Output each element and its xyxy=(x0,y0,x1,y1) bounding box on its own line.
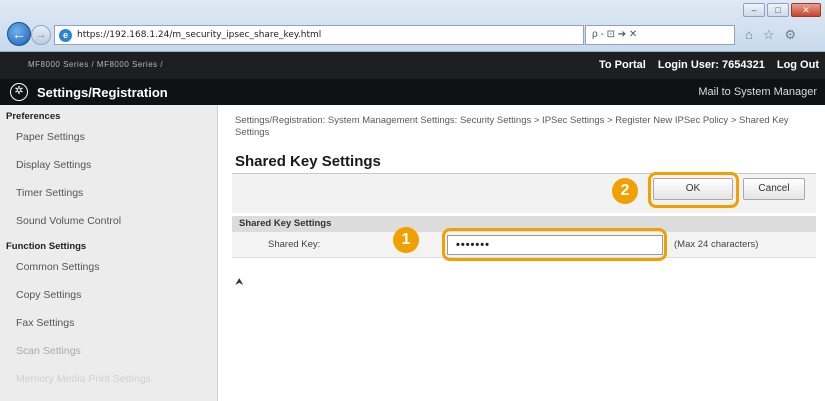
login-user-label: Login User: 7654321 xyxy=(657,59,765,71)
page-header: ✲ Settings/Registration Mail to System M… xyxy=(0,79,825,105)
sidebar-item-paper-settings[interactable]: Paper Settings xyxy=(0,123,217,151)
shared-key-row: Shared Key: ••••••• (Max 24 characters) xyxy=(232,228,816,261)
settings-gear-icon: ✲ xyxy=(10,83,28,101)
sidebar-section-preferences: Preferences xyxy=(6,111,61,122)
browser-chrome: – □ ✕ ← → e https://192.168.1.24/m_secur… xyxy=(0,0,825,52)
logout-link[interactable]: Log Out xyxy=(777,59,819,71)
browser-icons: ⌂ ☆ ⚙ xyxy=(745,25,796,45)
back-arrow-icon[interactable]: ← xyxy=(7,22,31,46)
sidebar-item-fax-settings[interactable]: Fax Settings xyxy=(0,309,217,337)
input-highlight-frame xyxy=(442,228,667,261)
header-title: Settings/Registration xyxy=(37,85,168,100)
maximize-button[interactable]: □ xyxy=(767,3,789,17)
minimize-button[interactable]: – xyxy=(743,3,765,17)
device-name: MF8000 Series / MF8000 Series / xyxy=(28,60,164,69)
sidebar-item-timer-settings[interactable]: Timer Settings xyxy=(0,179,217,207)
home-icon[interactable]: ⌂ xyxy=(745,25,753,45)
shared-key-hint: (Max 24 characters) xyxy=(674,239,759,250)
sidebar-item-memory-media[interactable]: Memory Media Print Settings xyxy=(0,365,217,393)
close-button[interactable]: ✕ xyxy=(791,3,821,17)
address-bar[interactable]: e https://192.168.1.24/m_security_ipsec_… xyxy=(54,25,584,45)
sidebar-item-display-settings[interactable]: Display Settings xyxy=(0,151,217,179)
top-links: To Portal Login User: 7654321 Log Out xyxy=(599,59,819,71)
sidebar-item-copy-settings[interactable]: Copy Settings xyxy=(0,281,217,309)
favorites-star-icon[interactable]: ☆ xyxy=(763,25,775,45)
sidebar-item-common-settings[interactable]: Common Settings xyxy=(0,253,217,281)
sidebar-item-scan-settings[interactable]: Scan Settings xyxy=(0,337,217,365)
address-tools[interactable]: ρ - ⊡ ➔ ✕ xyxy=(585,25,735,45)
window-controls: – □ ✕ xyxy=(743,3,821,17)
main-content: Settings/Registration: System Management… xyxy=(218,105,825,401)
callout-step-1: 1 xyxy=(393,227,419,253)
to-portal-link[interactable]: To Portal xyxy=(599,59,646,71)
breadcrumb: Settings/Registration: System Management… xyxy=(235,115,789,138)
forward-arrow-icon[interactable]: → xyxy=(31,25,51,45)
gear-icon[interactable]: ⚙ xyxy=(785,25,797,45)
cancel-button[interactable]: Cancel xyxy=(743,178,805,200)
back-to-top-icon[interactable]: ⮝ xyxy=(235,277,244,288)
mail-system-manager-link[interactable]: Mail to System Manager xyxy=(698,86,817,98)
sidebar: Preferences Paper Settings Display Setti… xyxy=(0,105,218,401)
url-text[interactable]: https://192.168.1.24/m_security_ipsec_sh… xyxy=(77,30,321,40)
sidebar-section-function: Function Settings xyxy=(6,241,87,252)
ok-highlight-frame xyxy=(648,172,739,208)
shared-key-label: Shared Key: xyxy=(268,239,321,250)
browser-logo-icon: e xyxy=(59,28,72,42)
page-title: Shared Key Settings xyxy=(235,153,381,170)
callout-step-2: 2 xyxy=(612,178,638,204)
sidebar-item-sound-volume[interactable]: Sound Volume Control xyxy=(0,207,217,235)
top-bar: MF8000 Series / MF8000 Series / To Porta… xyxy=(0,52,825,79)
